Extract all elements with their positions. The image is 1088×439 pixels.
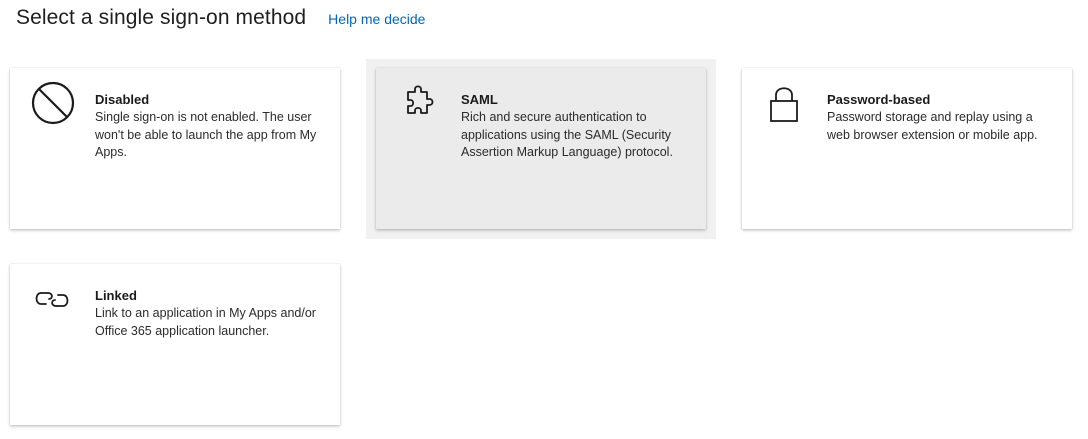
- card-description: Password storage and replay using a web …: [827, 110, 1038, 142]
- lock-icon: [762, 80, 808, 126]
- card-title: Password-based: [827, 92, 931, 107]
- puzzle-icon: [396, 80, 442, 126]
- sso-card-disabled[interactable]: Disabled Single sign-on is not enabled. …: [10, 68, 340, 229]
- card-title: Linked: [95, 288, 137, 303]
- card-description: Link to an application in My Apps and/or…: [95, 306, 316, 338]
- card-title: SAML: [461, 92, 498, 107]
- card-description: Single sign-on is not enabled. The user …: [95, 110, 317, 159]
- help-me-decide-link[interactable]: Help me decide: [328, 11, 425, 27]
- page-title: Select a single sign-on method: [16, 6, 307, 29]
- card-description: Rich and secure authentication to applic…: [461, 110, 673, 159]
- sso-card-saml[interactable]: SAML Rich and secure authentication to a…: [376, 68, 706, 229]
- sso-card-password-based[interactable]: Password-based Password storage and repl…: [742, 68, 1072, 229]
- card-title: Disabled: [95, 92, 150, 107]
- link-icon: [30, 276, 76, 322]
- disabled-icon: [30, 80, 76, 126]
- header: Select a single sign-on method Help me d…: [16, 6, 425, 30]
- sso-card-linked[interactable]: Linked Link to an application in My Apps…: [10, 264, 340, 425]
